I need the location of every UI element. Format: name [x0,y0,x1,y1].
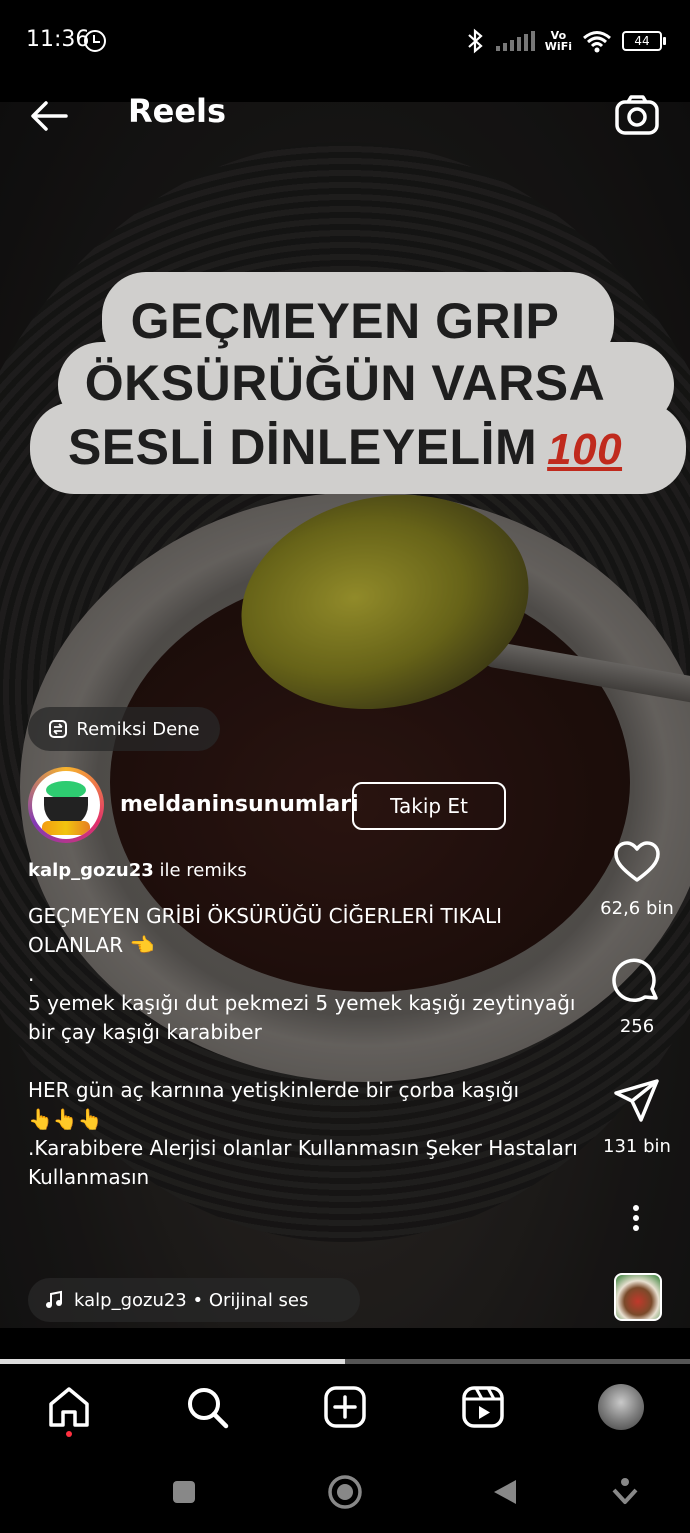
status-icons: Vo WiFi 44 [464,26,666,56]
arrow-left-icon[interactable] [28,96,70,136]
try-remix-label: Remiksi Dene [76,718,200,740]
hundred-emoji: 100 [547,425,623,474]
like-count: 62,6 bin [600,898,674,919]
overlay-text-line-2: ÖKSÜRÜĞÜN VARSA [84,355,606,411]
audio-label: kalp_gozu23 • Orijinal ses [74,1289,309,1311]
status-bar: 11:36 Vo WiFi 44 [0,0,690,102]
comment-action[interactable]: 256 [598,956,676,1037]
comment-count: 256 [619,1016,655,1037]
system-home-icon[interactable] [327,1474,363,1510]
search-icon[interactable] [184,1384,230,1430]
vowifi-indicator: Vo WiFi [545,30,572,52]
overlay-text-line-1: GEÇMEYEN GRIP [130,293,560,349]
heart-icon[interactable] [612,838,662,888]
follow-button[interactable]: Takip Et [352,782,506,830]
try-remix-button[interactable]: Remiksi Dene [28,707,220,751]
avatar-fire [42,821,90,835]
share-icon[interactable] [612,1076,662,1126]
author-avatar[interactable] [28,767,104,843]
music-note-icon [46,1290,62,1308]
remix-with-line[interactable]: kalp_gozu23 ile remiks [28,860,247,881]
page-title: Reels [128,92,227,130]
comment-icon[interactable] [612,956,662,1006]
audio-thumbnail[interactable] [614,1273,662,1321]
vowifi-line2: WiFi [544,40,572,53]
overlay-text-line-3-text: SESLİ DİNLEYELİM [67,419,538,475]
reels-icon[interactable] [460,1384,506,1430]
avatar-image [32,771,100,839]
more-vertical-icon[interactable] [631,1202,641,1234]
like-action[interactable]: 62,6 bin [598,838,676,919]
wifi-icon [583,31,611,53]
home-icon[interactable] [46,1384,92,1430]
battery-icon: 44 [622,31,666,51]
share-action[interactable]: 131 bin [598,1076,676,1157]
system-back-icon[interactable] [492,1478,518,1506]
share-count: 131 bin [603,1136,671,1157]
remix-with-suffix: ile remiks [159,860,247,881]
remix-with-user[interactable]: kalp_gozu23 [28,860,154,881]
author-username[interactable]: meldaninsunumlari [120,792,359,817]
reel-description[interactable]: GEÇMEYEN GRİBİ ÖKSÜRÜĞÜ CİĞERLERİ TIKALI… [28,902,588,1192]
audio-button[interactable]: kalp_gozu23 • Orijinal ses [28,1278,360,1322]
bottom-nav [0,1364,690,1454]
alarm-icon [84,30,106,52]
home-notification-dot [66,1431,72,1437]
system-nav-bar [0,1454,690,1533]
recents-icon[interactable] [172,1480,196,1504]
down-arrow-icon[interactable] [612,1476,638,1508]
camera-icon[interactable] [614,94,660,136]
overlay-text-line-3: SESLİ DİNLEYELİM 100 [0,418,690,476]
plus-square-icon[interactable] [322,1384,368,1430]
profile-avatar[interactable] [598,1384,644,1430]
status-time: 11:36 [26,27,90,52]
bluetooth-icon [468,28,483,54]
cell-signal-icon [495,31,535,51]
remix-icon [49,720,68,738]
